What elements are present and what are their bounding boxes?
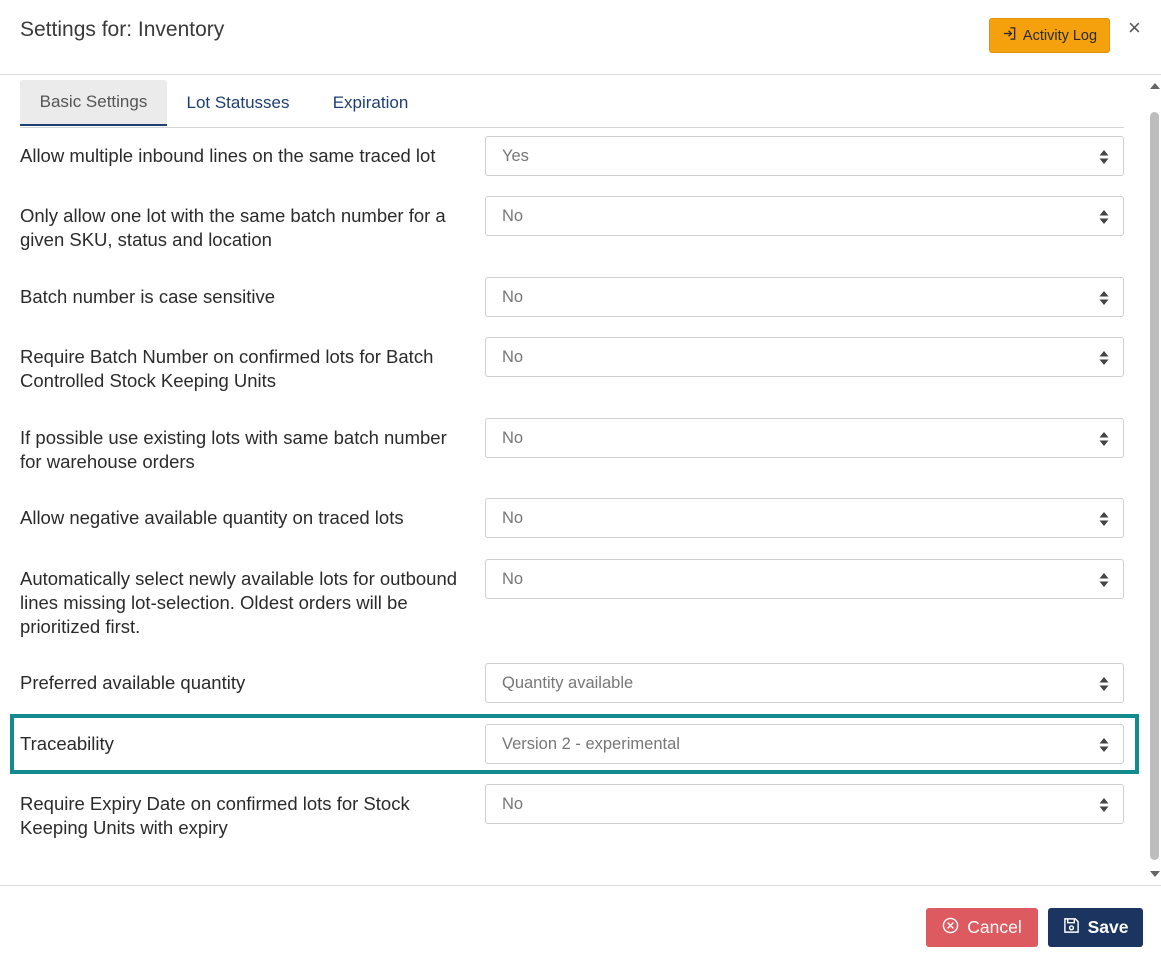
select-value: No: [502, 569, 524, 588]
sign-in-icon: [1002, 26, 1017, 45]
save-button[interactable]: Save: [1048, 908, 1143, 947]
setting-label: Preferred available quantity: [20, 672, 246, 693]
setting-select-case-sensitive[interactable]: No: [485, 277, 1124, 317]
setting-label: Batch number is case sensitive: [20, 286, 276, 307]
setting-select-auto-select-lots[interactable]: No: [485, 559, 1124, 599]
tab-bar: Basic Settings Lot Statusses Expiration: [20, 80, 1124, 128]
setting-label: Allow multiple inbound lines on the same…: [20, 145, 436, 166]
activity-log-label: Activity Log: [1022, 27, 1098, 44]
close-icon[interactable]: ×: [1128, 17, 1141, 39]
setting-label: Only allow one lot with the same batch n…: [20, 205, 446, 250]
dialog-header: Settings for: Inventory Activity Log ×: [0, 0, 1161, 75]
circle-x-icon: [942, 917, 959, 939]
sort-caret-icon: [1099, 677, 1109, 691]
setting-select-traceability[interactable]: Version 2 - experimental: [485, 724, 1124, 764]
setting-select-negative-quantity[interactable]: No: [485, 498, 1124, 538]
setting-label: Require Expiry Date on confirmed lots fo…: [20, 793, 410, 838]
sort-caret-icon: [1099, 291, 1109, 305]
sort-caret-icon: [1099, 150, 1109, 164]
cancel-label: Cancel: [967, 917, 1022, 937]
setting-label: Require Batch Number on confirmed lots f…: [20, 346, 434, 391]
setting-label: Automatically select newly available lot…: [20, 568, 458, 637]
sort-caret-icon: [1099, 512, 1109, 526]
dialog-footer: Cancel Save: [0, 885, 1161, 963]
sort-caret-icon: [1099, 210, 1109, 224]
tab-expiration[interactable]: Expiration: [318, 80, 423, 125]
sort-caret-icon: [1099, 573, 1109, 587]
setting-label: Traceability: [20, 733, 114, 754]
select-value: No: [502, 206, 524, 225]
select-value: No: [502, 508, 524, 527]
setting-select-existing-lots[interactable]: No: [485, 418, 1124, 458]
scroll-up-arrow-icon[interactable]: [1150, 83, 1160, 89]
setting-select-multiple-inbound[interactable]: Yes: [485, 136, 1124, 176]
tab-lot-statusses[interactable]: Lot Statusses: [173, 80, 303, 125]
setting-label: Allow negative available quantity on tra…: [20, 507, 404, 528]
setting-select-one-lot-batch[interactable]: No: [485, 196, 1124, 236]
save-label: Save: [1087, 917, 1129, 937]
select-value: No: [502, 347, 524, 366]
tab-basic-settings[interactable]: Basic Settings: [20, 80, 167, 126]
setting-select-require-expiry[interactable]: No: [485, 784, 1124, 824]
dialog-title: Settings for: Inventory: [20, 18, 225, 41]
floppy-disk-icon: [1063, 917, 1080, 939]
vertical-scrollbar[interactable]: [1148, 80, 1161, 880]
setting-select-require-batch[interactable]: No: [485, 337, 1124, 377]
sort-caret-icon: [1099, 798, 1109, 812]
sort-caret-icon: [1099, 738, 1109, 752]
setting-select-preferred-quantity[interactable]: Quantity available: [485, 663, 1124, 703]
cancel-button[interactable]: Cancel: [926, 908, 1038, 947]
setting-label: If possible use existing lots with same …: [20, 427, 447, 472]
select-value: Version 2 - experimental: [502, 734, 680, 753]
scroll-down-arrow-icon[interactable]: [1150, 871, 1160, 877]
select-value: No: [502, 794, 524, 813]
select-value: No: [502, 428, 524, 447]
scrollbar-thumb[interactable]: [1150, 112, 1159, 860]
activity-log-button[interactable]: Activity Log: [989, 18, 1110, 53]
sort-caret-icon: [1099, 351, 1109, 365]
select-value: Quantity available: [502, 673, 634, 692]
sort-caret-icon: [1099, 432, 1109, 446]
select-value: Yes: [502, 146, 529, 165]
select-value: No: [502, 287, 524, 306]
